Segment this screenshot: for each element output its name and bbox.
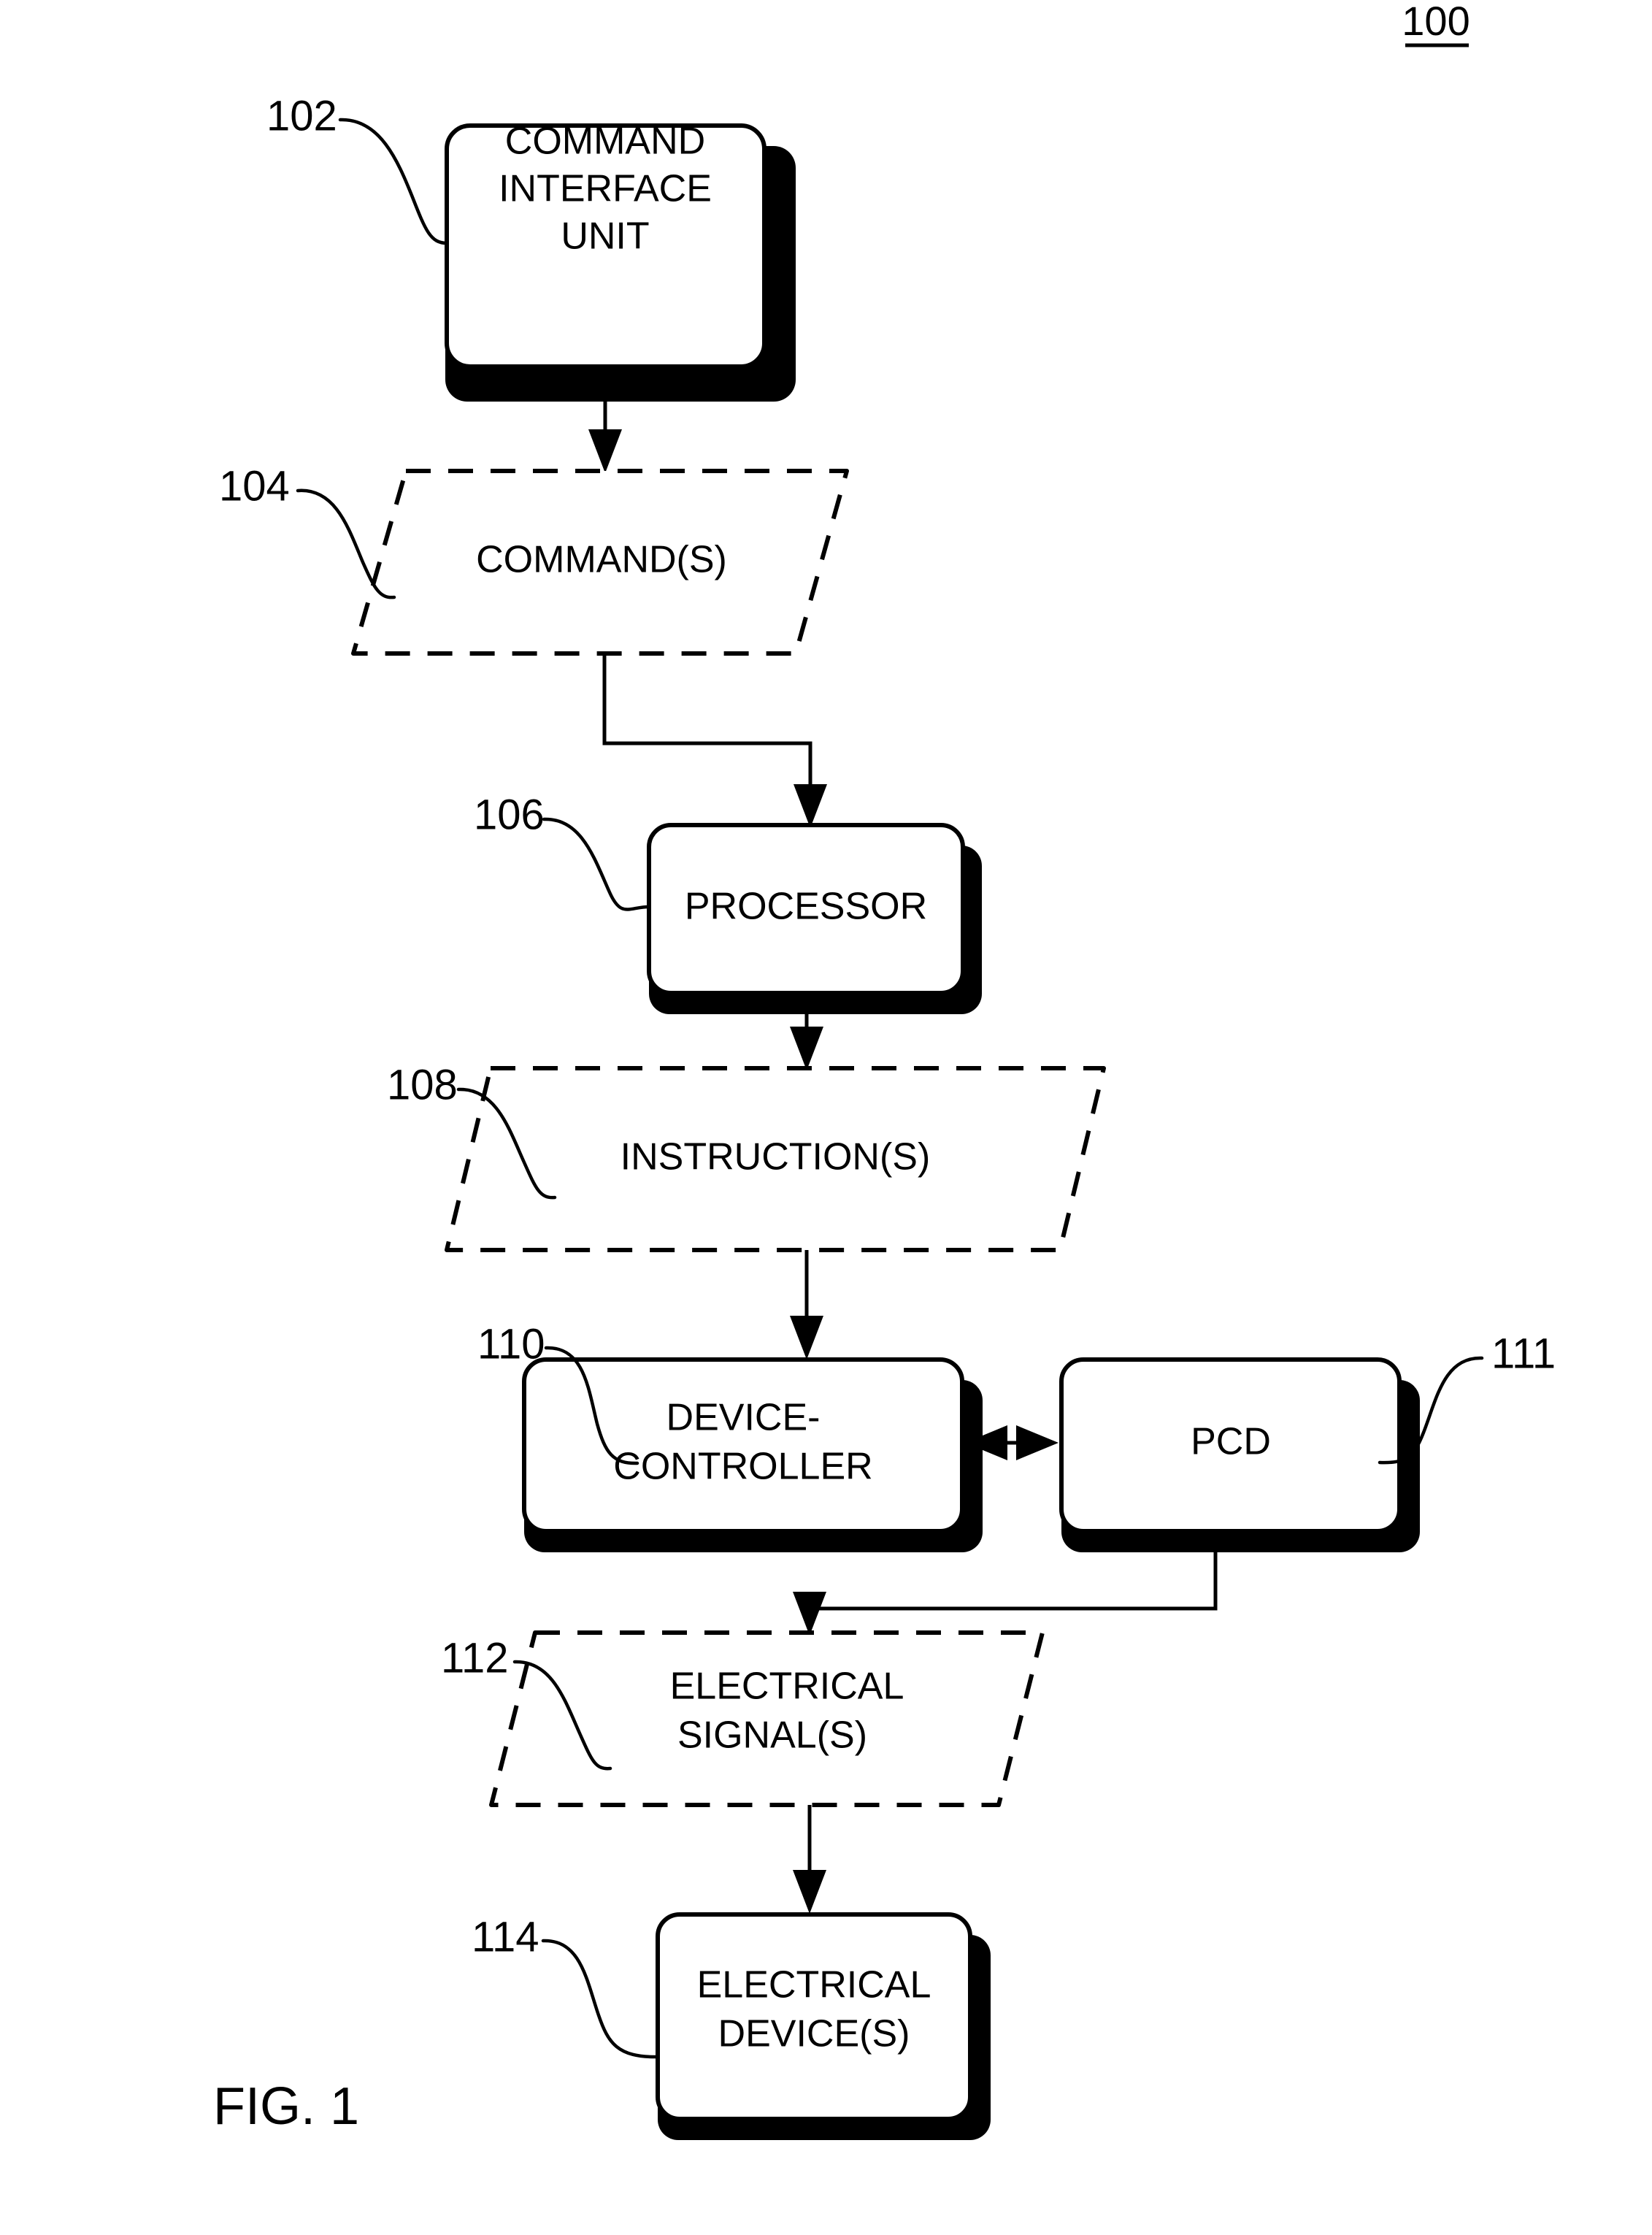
- node-electrical-devices[interactable]: ELECTRICAL DEVICE(S): [656, 1912, 991, 2140]
- processor-label: PROCESSOR: [685, 886, 927, 928]
- electrical-devices-label-line1: ELECTRICAL: [697, 1964, 931, 2006]
- system-block-diagram: 100 COMMAND INTERFACE UNIT 102 COMMAND(S…: [213, 0, 1556, 2140]
- ref-number-102: 102: [266, 92, 337, 139]
- ref-number-114: 114: [472, 1913, 539, 1960]
- node-device-controller[interactable]: DEVICE- CONTROLLER: [522, 1357, 983, 1552]
- ref-leader-114: 114: [472, 1913, 660, 2059]
- connector-step-path: [602, 654, 812, 802]
- pcd-label: PCD: [1191, 1421, 1271, 1463]
- electrical-devices-label-line2: DEVICE(S): [718, 2013, 910, 2055]
- figure-caption: FIG. 1: [213, 2077, 359, 2136]
- connector-instructions-to-device-controller: [790, 1250, 823, 1360]
- node-commands[interactable]: COMMAND(S): [351, 469, 849, 656]
- arrowhead-right-icon: [1016, 1425, 1059, 1460]
- arrowhead-down-icon: [790, 1027, 823, 1070]
- device-controller-label-line1: DEVICE-: [666, 1397, 821, 1439]
- ref-number-110: 110: [477, 1320, 545, 1368]
- command-interface-unit-label-line3: UNIT: [561, 215, 649, 258]
- node-instructions[interactable]: INSTRUCTION(S): [445, 1066, 1106, 1252]
- ref-number-104: 104: [219, 462, 290, 510]
- electrical-signals-label-line1: ELECTRICAL: [670, 1665, 904, 1708]
- leader-line-106: [542, 817, 651, 911]
- arrowhead-down-icon: [794, 784, 827, 828]
- arrowhead-down-icon: [588, 429, 622, 473]
- system-reference-number: 100: [1402, 0, 1470, 47]
- electrical-signals-label-line2: SIGNAL(S): [677, 1714, 867, 1757]
- ref-leader-106: 106: [474, 791, 651, 911]
- node-processor[interactable]: PROCESSOR: [647, 823, 982, 1014]
- ref-number-111: 111: [1491, 1330, 1556, 1377]
- command-interface-unit-label-line2: INTERFACE: [499, 168, 712, 210]
- command-interface-unit-label-line1: COMMAND: [505, 120, 705, 163]
- device-controller-label-line2: CONTROLLER: [613, 1446, 872, 1488]
- patent-figure-1: 100 COMMAND INTERFACE UNIT 102 COMMAND(S…: [0, 0, 1652, 2235]
- ref-leader-102: 102: [266, 92, 449, 245]
- arrowhead-down-icon: [790, 1316, 823, 1360]
- commands-label: COMMAND(S): [476, 539, 727, 581]
- connector-electrical-signals-to-devices: [793, 1805, 826, 1914]
- system-number-text: 100: [1402, 0, 1469, 44]
- instructions-label: INSTRUCTION(S): [621, 1136, 931, 1178]
- connector-commands-to-processor: [602, 654, 827, 828]
- ref-leader-104: 104: [219, 462, 396, 599]
- arrowhead-down-icon: [793, 1870, 826, 1914]
- node-command-interface-unit[interactable]: COMMAND INTERFACE UNIT: [445, 120, 796, 402]
- leader-line-102: [338, 118, 449, 245]
- ref-number-112: 112: [441, 1634, 508, 1682]
- arrowhead-down-icon: [793, 1592, 826, 1636]
- ref-number-108: 108: [387, 1061, 458, 1108]
- ref-number-106: 106: [474, 791, 545, 838]
- leader-line-114: [541, 1939, 660, 2059]
- node-pcd[interactable]: PCD: [1059, 1357, 1420, 1552]
